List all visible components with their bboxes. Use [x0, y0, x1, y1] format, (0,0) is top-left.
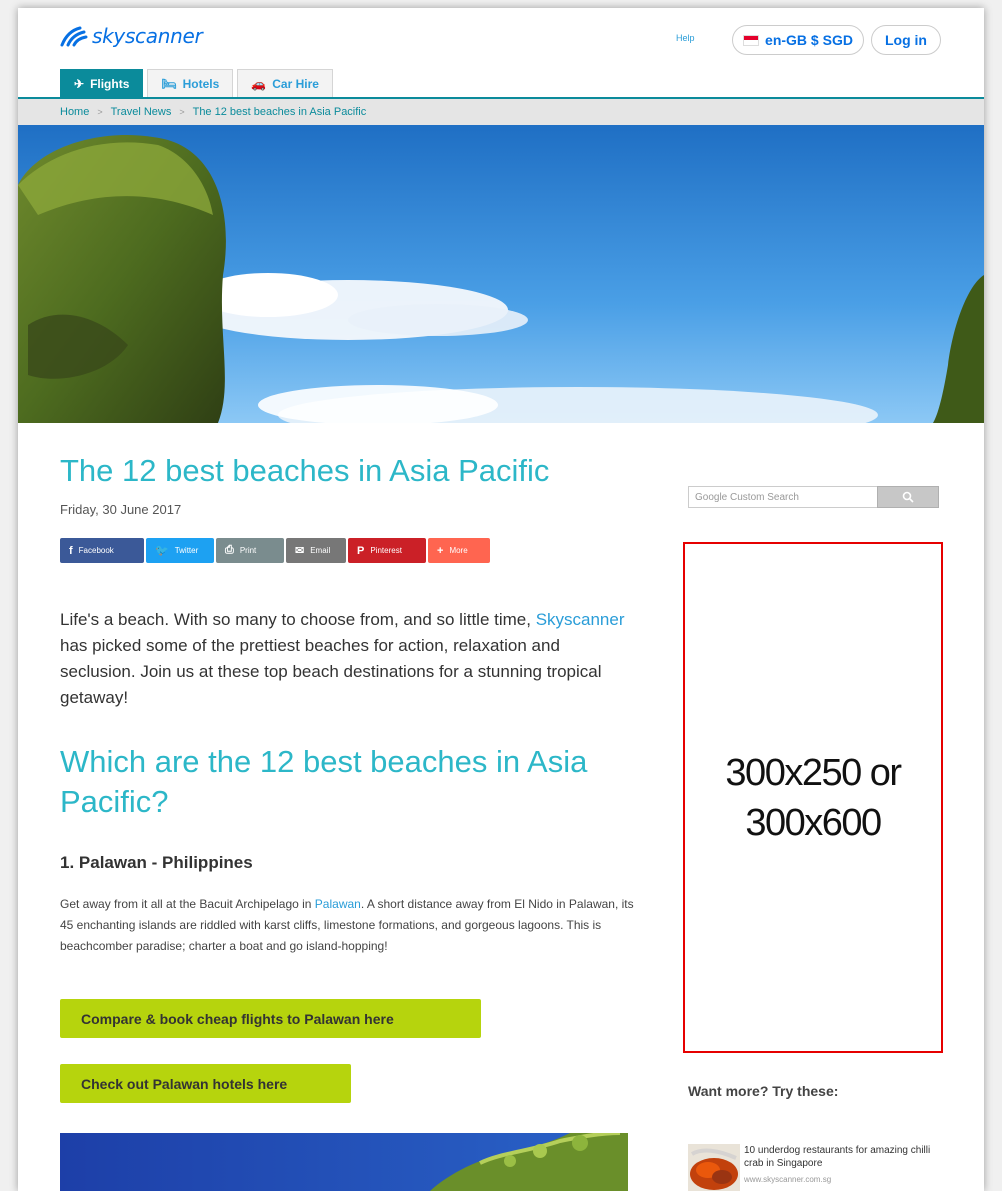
- breadcrumb-current[interactable]: The 12 best beaches in Asia Pacific: [193, 106, 367, 118]
- article-date: Friday, 30 June 2017: [60, 502, 182, 517]
- related-title[interactable]: 10 underdog restaurants for amazing chil…: [744, 1144, 948, 1170]
- custom-search-input[interactable]: [688, 486, 878, 508]
- ad-line-1: 300x250 or: [725, 751, 902, 794]
- hero-image: [18, 125, 984, 423]
- locale-currency-button[interactable]: en-GB $ SGD: [732, 25, 864, 55]
- browser-page: skyscanner Help en-GB $ SGD Log in ✈ Fli…: [18, 8, 984, 1191]
- section-heading: Which are the 12 best beaches in Asia Pa…: [60, 744, 588, 819]
- breadcrumb: Home > Travel News > The 12 best beaches…: [18, 99, 984, 125]
- facebook-icon: f: [69, 544, 73, 557]
- share-twitter-button[interactable]: 🐦 Twitter: [146, 538, 214, 563]
- related-body: 10 underdog restaurants for amazing chil…: [744, 1144, 948, 1191]
- ad-line-2: 300x600: [745, 801, 882, 844]
- related-source: www.skyscanner.com.sg: [744, 1175, 832, 1184]
- intro-text: has picked some of the prettiest beaches…: [60, 636, 602, 707]
- ad-size-label: 300x250 or 300x600: [725, 748, 902, 848]
- palawan-image: [60, 1133, 628, 1191]
- share-email-label: Email: [310, 546, 331, 555]
- share-more-button[interactable]: + More: [428, 538, 490, 563]
- palawan-heading: 1. Palawan - Philippines: [60, 853, 253, 872]
- search-button[interactable]: [877, 486, 939, 508]
- search-icon: [902, 491, 914, 503]
- article-title: The 12 best beaches in Asia Pacific: [60, 453, 550, 488]
- print-icon: ⎙: [225, 544, 234, 556]
- share-email-button[interactable]: ✉ Email: [286, 538, 346, 563]
- breadcrumb-travel-news[interactable]: Travel News: [111, 106, 172, 118]
- share-twitter-label: Twitter: [174, 546, 199, 555]
- share-facebook-label: Facebook: [78, 546, 114, 555]
- locale-label: en-GB $ SGD: [765, 32, 853, 48]
- plus-icon: +: [437, 544, 444, 557]
- share-facebook-button[interactable]: f Facebook: [60, 538, 144, 563]
- car-icon: 🚗: [251, 76, 267, 91]
- tab-car-hire-label: Car Hire: [272, 76, 319, 91]
- compare-flights-button[interactable]: Compare & book cheap flights to Palawan …: [60, 999, 481, 1038]
- logo-text: skyscanner: [92, 24, 203, 48]
- tab-flights[interactable]: ✈ Flights: [60, 69, 144, 97]
- share-more-label: More: [449, 546, 468, 555]
- login-button[interactable]: Log in: [871, 25, 941, 55]
- related-thumbnail[interactable]: [688, 1144, 740, 1191]
- tab-hotels-label: Hotels: [182, 76, 220, 91]
- twitter-icon: 🐦: [155, 545, 169, 557]
- breadcrumb-separator: >: [179, 107, 185, 117]
- skyscanner-logo-icon: [60, 26, 88, 47]
- pinterest-icon: P: [357, 544, 365, 557]
- tab-car-hire[interactable]: 🚗 Car Hire: [237, 69, 333, 97]
- tab-flights-label: Flights: [90, 76, 130, 91]
- palawan-description: Get away from it all at the Bacuit Archi…: [60, 894, 640, 957]
- breadcrumb-home[interactable]: Home: [60, 106, 89, 118]
- custom-search: [688, 486, 939, 508]
- email-icon: ✉: [295, 545, 305, 557]
- help-link[interactable]: Help: [676, 33, 695, 43]
- share-pinterest-button[interactable]: P Pinterest: [348, 538, 426, 563]
- product-tabs: ✈ Flights 🛏 Hotels 🚗 Car Hire: [60, 69, 337, 97]
- intro-text: Life's a beach. With so many to choose f…: [60, 610, 536, 629]
- tab-hotels[interactable]: 🛏 Hotels: [147, 69, 234, 97]
- palawan-link[interactable]: Palawan: [315, 897, 361, 911]
- ad-placeholder: 300x250 or 300x600: [683, 542, 943, 1053]
- palawan-hotels-button[interactable]: Check out Palawan hotels here: [60, 1064, 351, 1103]
- plane-icon: ✈: [74, 76, 85, 91]
- para-text: Get away from it all at the Bacuit Archi…: [60, 897, 315, 911]
- share-pinterest-label: Pinterest: [370, 546, 402, 555]
- singapore-flag-icon: [743, 34, 760, 46]
- share-buttons: f Facebook 🐦 Twitter ⎙ Print ✉ Email P P…: [60, 538, 492, 563]
- article-intro: Life's a beach. With so many to choose f…: [60, 607, 635, 711]
- related-heading: Want more? Try these:: [688, 1083, 839, 1099]
- skyscanner-link[interactable]: Skyscanner: [536, 610, 625, 629]
- breadcrumb-separator: >: [97, 107, 103, 117]
- related-article[interactable]: 10 underdog restaurants for amazing chil…: [688, 1144, 948, 1191]
- share-print-label: Print: [239, 546, 257, 555]
- bed-icon: 🛏: [161, 76, 177, 91]
- share-print-button[interactable]: ⎙ Print: [216, 538, 284, 563]
- skyscanner-logo[interactable]: skyscanner: [60, 23, 203, 49]
